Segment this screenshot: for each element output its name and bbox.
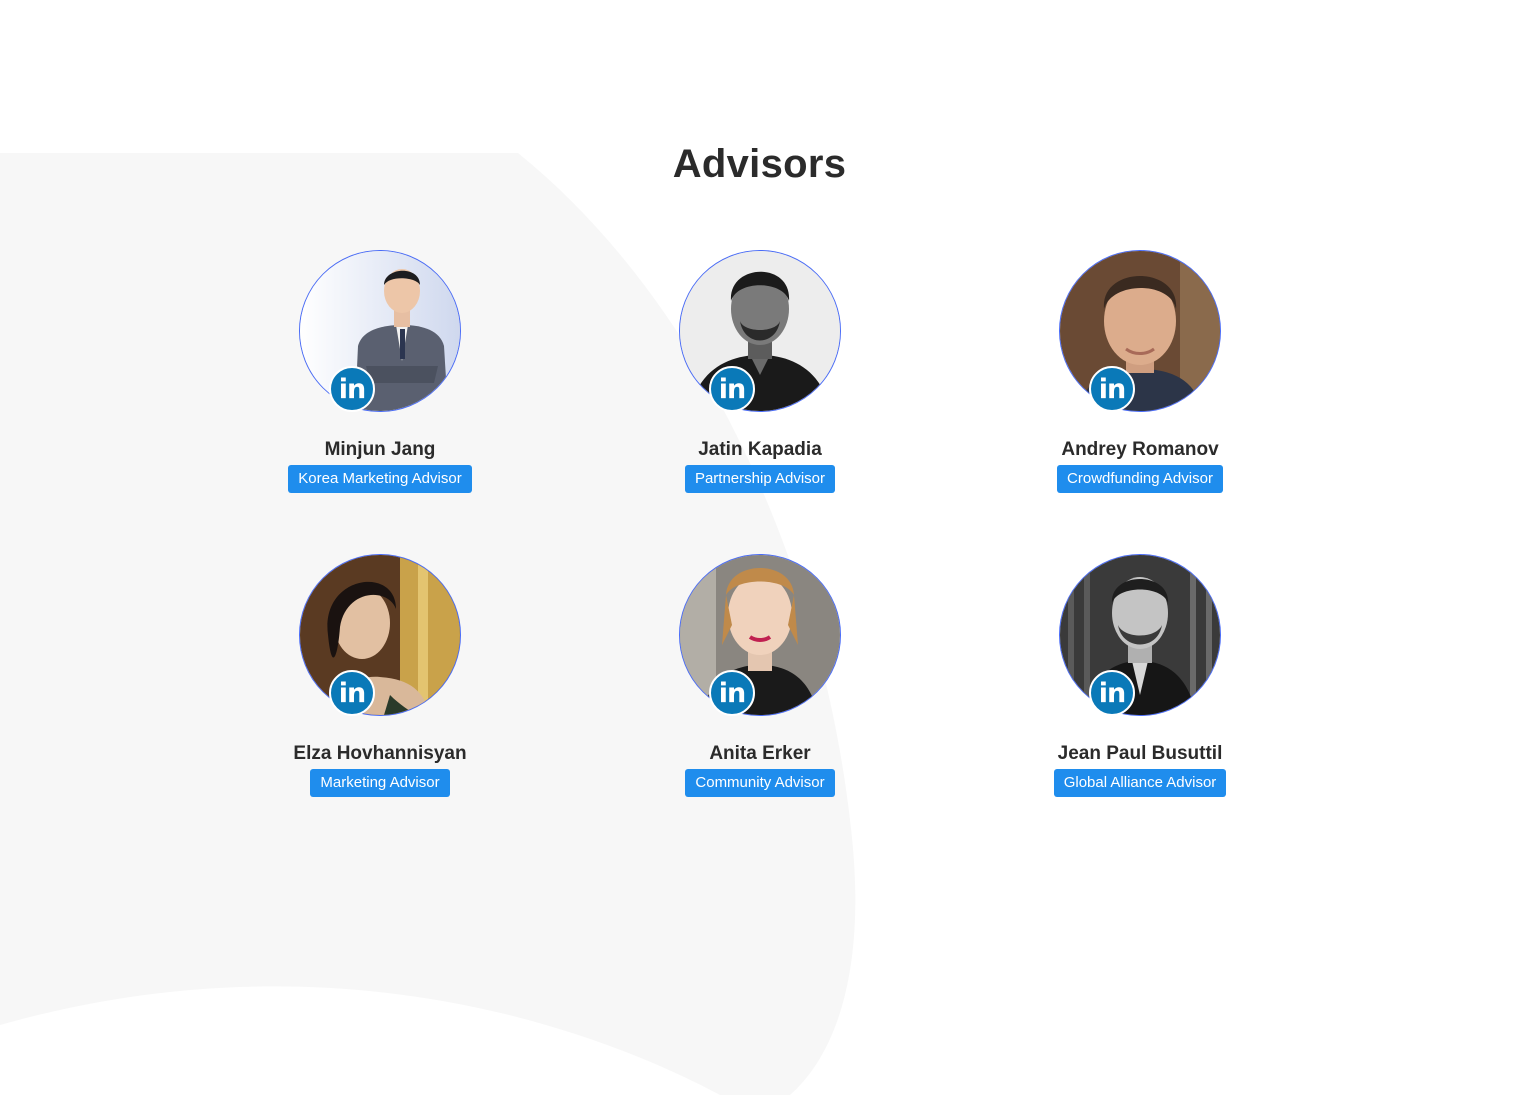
advisor-card: in Anita Erker Community Advisor <box>570 554 950 802</box>
section-title: Advisors <box>672 142 847 186</box>
avatar-wrapper: in <box>679 554 841 716</box>
linkedin-icon[interactable]: in <box>329 366 375 412</box>
avatar-photo <box>679 554 841 716</box>
advisor-card: in Elza Hovhannisyan Marketing Advisor <box>190 554 570 802</box>
advisor-card: in Jean Paul Busuttil Global Alliance Ad… <box>950 554 1330 802</box>
advisor-role-badge: Korea Marketing Advisor <box>288 465 472 493</box>
linkedin-icon[interactable]: in <box>329 670 375 716</box>
advisor-name: Jean Paul Busuttil <box>1057 743 1223 764</box>
avatar-photo <box>679 250 841 412</box>
advisor-card: in Andrey Romanov Crowdfunding Advisor <box>950 250 1330 498</box>
avatar-wrapper: in <box>299 554 461 716</box>
advisor-card: in Minjun Jang Korea Marketing Advisor <box>190 250 570 498</box>
avatar-photo <box>1059 554 1221 716</box>
advisor-role-badge: Community Advisor <box>685 769 835 797</box>
advisor-role-badge: Crowdfunding Advisor <box>1057 465 1223 493</box>
advisor-name: Jatin Kapadia <box>698 439 822 460</box>
linkedin-icon[interactable]: in <box>1089 366 1135 412</box>
avatar-wrapper: in <box>679 250 841 412</box>
advisor-role-badge: Partnership Advisor <box>684 465 836 493</box>
linkedin-icon[interactable]: in <box>1089 670 1135 716</box>
advisor-name: Minjun Jang <box>324 439 436 460</box>
avatar-photo <box>299 554 461 716</box>
advisor-name: Elza Hovhannisyan <box>293 743 467 764</box>
advisor-role-badge: Global Alliance Advisor <box>1053 769 1227 797</box>
advisor-name: Andrey Romanov <box>1061 439 1219 460</box>
avatar-photo <box>1059 250 1221 412</box>
advisor-name: Anita Erker <box>709 743 811 764</box>
avatar-wrapper: in <box>1059 554 1221 716</box>
linkedin-icon[interactable]: in <box>709 366 755 412</box>
advisor-role-badge: Marketing Advisor <box>310 769 450 797</box>
avatar-wrapper: in <box>1059 250 1221 412</box>
avatar-wrapper: in <box>299 250 461 412</box>
advisor-card: in Jatin Kapadia Partnership Advisor <box>570 250 950 498</box>
linkedin-icon[interactable]: in <box>709 670 755 716</box>
advisors-grid: in Minjun Jang Korea Marketing Advisor i… <box>190 250 1330 802</box>
avatar-photo <box>299 250 461 412</box>
